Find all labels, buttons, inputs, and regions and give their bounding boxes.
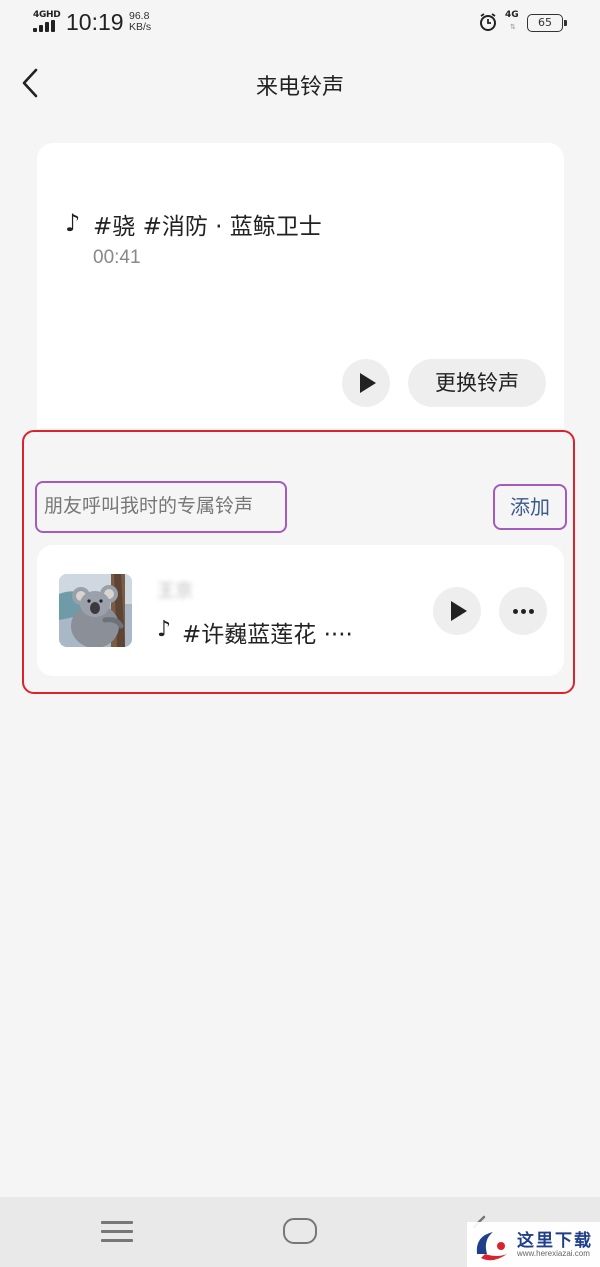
phone-screen: 4GHD 10:19 96.8 KB/s 4G ⇅ 65 来电铃声 ♪ #骁 #… bbox=[0, 0, 600, 1267]
status-bar: 4GHD 10:19 96.8 KB/s 4G ⇅ 65 bbox=[0, 0, 600, 46]
change-ringtone-button[interactable]: 更换铃声 bbox=[408, 359, 546, 407]
music-note-icon: ♪ bbox=[65, 209, 81, 237]
contact-name: 王京 bbox=[157, 581, 193, 602]
page-title: 来电铃声 bbox=[255, 75, 344, 100]
exclusive-song-title: #许巍蓝莲花 ···· bbox=[182, 622, 353, 648]
play-current-ringtone-button[interactable] bbox=[342, 359, 390, 407]
network-speed: 96.8 KB/s bbox=[129, 11, 151, 33]
status-time: 10:19 bbox=[66, 9, 124, 35]
page-header: 来电铃声 bbox=[0, 46, 600, 120]
current-ringtone-duration: 00:41 bbox=[93, 247, 141, 268]
koala-icon bbox=[59, 574, 132, 647]
watermark-text: 这里下载 bbox=[517, 1231, 593, 1251]
menu-icon[interactable] bbox=[101, 1221, 133, 1243]
home-icon[interactable] bbox=[283, 1218, 317, 1244]
exclusive-ringtone-section-label: 朋友呼叫我时的专属铃声 bbox=[35, 481, 287, 533]
data-arrows-icon: ⇅ bbox=[510, 23, 516, 31]
site-watermark: 这里下载 www.herexiazai.com bbox=[467, 1222, 600, 1267]
signal-type-label: 4GHD bbox=[33, 10, 61, 20]
more-options-button[interactable] bbox=[499, 587, 547, 635]
current-ringtone-title: #骁 #消防 · 蓝鲸卫士 bbox=[93, 214, 322, 240]
add-exclusive-ringtone-button[interactable]: 添加 bbox=[493, 484, 567, 530]
network-type-label: 4G bbox=[505, 10, 519, 20]
play-exclusive-ringtone-button[interactable] bbox=[433, 587, 481, 635]
alarm-icon bbox=[478, 12, 498, 36]
watermark-logo-icon bbox=[476, 1232, 507, 1261]
watermark-url: www.herexiazai.com bbox=[517, 1249, 590, 1258]
signal-bars-icon bbox=[33, 20, 59, 32]
current-ringtone-card: ♪ #骁 #消防 · 蓝鲸卫士 00:41 更换铃声 bbox=[37, 143, 564, 428]
battery-level: 65 bbox=[538, 16, 552, 29]
network-speed-unit: KB/s bbox=[129, 21, 152, 33]
exclusive-ringtone-item[interactable]: 王京 ♪ #许巍蓝莲花 ···· bbox=[37, 545, 564, 676]
battery-icon: 65 bbox=[527, 14, 567, 32]
music-note-icon: ♪ bbox=[157, 617, 172, 642]
